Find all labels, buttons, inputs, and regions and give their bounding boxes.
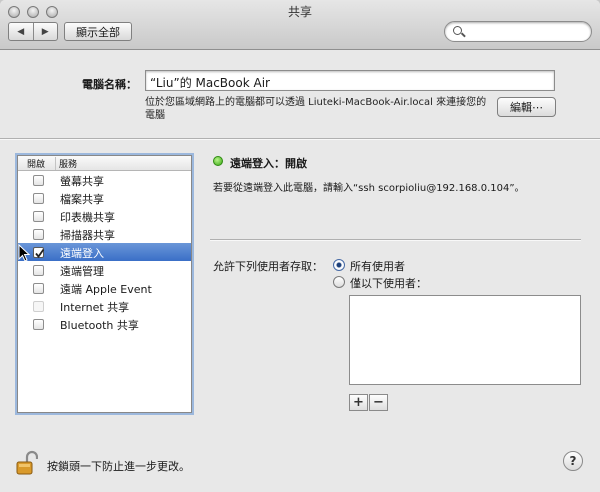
service-label: Bluetooth 共享 bbox=[60, 319, 139, 332]
service-row-remote-apple-event[interactable]: 遠端 Apple Event bbox=[18, 279, 191, 297]
service-row-scanner-sharing[interactable]: 掃描器共享 bbox=[18, 225, 191, 243]
service-label: 遠端登入 bbox=[60, 247, 104, 260]
section-divider-highlight bbox=[0, 139, 600, 140]
detail-divider-highlight bbox=[210, 240, 581, 241]
service-label: 遠端管理 bbox=[60, 265, 104, 278]
service-label: 印表機共享 bbox=[60, 211, 115, 224]
service-checkbox[interactable] bbox=[33, 193, 44, 204]
service-checkbox[interactable] bbox=[33, 301, 44, 312]
checkmark-icon bbox=[35, 248, 45, 258]
mouse-cursor-icon bbox=[18, 244, 30, 262]
help-button[interactable]: ? bbox=[563, 451, 583, 471]
service-checkbox[interactable] bbox=[33, 247, 45, 258]
service-row-internet-sharing[interactable]: Internet 共享 bbox=[18, 297, 191, 315]
radio-only-these-users[interactable] bbox=[333, 276, 345, 288]
column-service-header[interactable]: 服務 bbox=[59, 157, 77, 170]
radio-only-these-users-label[interactable]: 僅以下使用者： bbox=[350, 275, 427, 291]
service-checkbox[interactable] bbox=[33, 175, 44, 186]
services-list-header: 開啟 服務 bbox=[18, 156, 191, 171]
title-bar: 共享 ◀ ▶ 顯示全部 bbox=[0, 0, 600, 50]
computer-name-label: 電腦名稱： bbox=[82, 78, 137, 91]
add-user-button[interactable]: + bbox=[349, 394, 368, 411]
status-indicator-icon bbox=[213, 156, 223, 166]
service-row-remote-management[interactable]: 遠端管理 bbox=[18, 261, 191, 279]
search-icon bbox=[453, 26, 462, 35]
service-status: 遠端登入：開啟 bbox=[230, 157, 307, 170]
ssh-instructions: 若要從遠端登入此電腦，請輸入“ssh scorpioliu@192.168.0.… bbox=[213, 183, 525, 194]
preferences-window: 共享 ◀ ▶ 顯示全部 電腦名稱： “Liu”的 MacBook Air 位於您… bbox=[0, 0, 600, 492]
service-row-remote-login[interactable]: 遠端登入 bbox=[18, 243, 191, 261]
service-label: 檔案共享 bbox=[60, 193, 104, 206]
column-on-header[interactable]: 開啟 bbox=[27, 157, 45, 170]
computer-name-field[interactable]: “Liu”的 MacBook Air bbox=[145, 70, 555, 91]
column-separator bbox=[55, 157, 56, 170]
radio-all-users[interactable] bbox=[333, 259, 345, 271]
services-list[interactable]: 開啟 服務 螢幕共享 檔案共享 印表機共享 掃描器共享 遠端登入 遠端管理 遠端… bbox=[17, 155, 192, 413]
search-field[interactable] bbox=[444, 21, 592, 42]
service-row-file-sharing[interactable]: 檔案共享 bbox=[18, 189, 191, 207]
service-row-printer-sharing[interactable]: 印表機共享 bbox=[18, 207, 191, 225]
edit-button[interactable]: 編輯⋯ bbox=[497, 97, 556, 117]
back-forward-control: ◀ ▶ bbox=[8, 22, 58, 41]
service-checkbox[interactable] bbox=[33, 319, 44, 330]
forward-icon[interactable]: ▶ bbox=[34, 23, 58, 40]
service-row-bluetooth-sharing[interactable]: Bluetooth 共享 bbox=[18, 315, 191, 333]
service-checkbox[interactable] bbox=[33, 229, 44, 240]
remove-user-button[interactable]: − bbox=[369, 394, 388, 411]
service-label: 掃描器共享 bbox=[60, 229, 115, 242]
service-row-screen-sharing[interactable]: 螢幕共享 bbox=[18, 171, 191, 189]
unlocked-padlock-icon[interactable] bbox=[16, 450, 38, 476]
service-label: 遠端 Apple Event bbox=[60, 283, 152, 296]
service-label: Internet 共享 bbox=[60, 301, 130, 314]
service-checkbox[interactable] bbox=[33, 211, 44, 222]
allowed-users-list[interactable] bbox=[349, 295, 581, 385]
service-checkbox[interactable] bbox=[33, 265, 44, 276]
lock-hint: 按鎖頭一下防止進一步更改。 bbox=[47, 460, 190, 473]
back-icon[interactable]: ◀ bbox=[9, 23, 34, 40]
radio-all-users-label[interactable]: 所有使用者 bbox=[350, 258, 405, 274]
address-note: 位於您區域網路上的電腦都可以透過 Liuteki-MacBook-Air.loc… bbox=[145, 97, 487, 121]
service-checkbox[interactable] bbox=[33, 283, 44, 294]
search-input[interactable] bbox=[467, 24, 585, 39]
window-title: 共享 bbox=[287, 5, 312, 19]
service-label: 螢幕共享 bbox=[60, 175, 104, 188]
allow-access-label: 允許下列使用者存取： bbox=[213, 260, 323, 273]
show-all-button[interactable]: 顯示全部 bbox=[64, 22, 132, 41]
